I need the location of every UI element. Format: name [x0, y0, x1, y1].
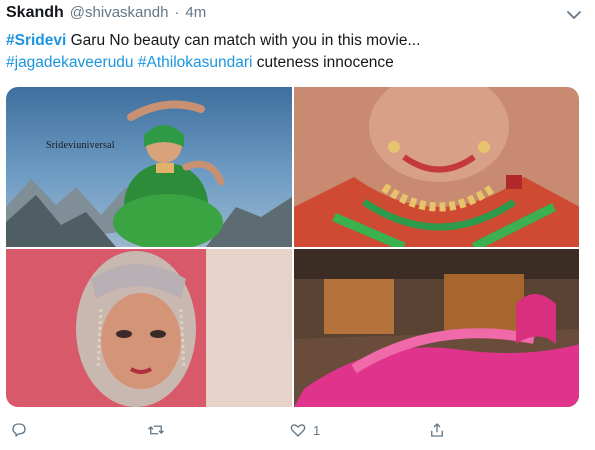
photo-watermark: Srideviuniversal	[46, 140, 115, 151]
author-handle[interactable]: @shivaskandh	[70, 4, 169, 21]
hashtag-jagadekaveerudu[interactable]: #jagadekaveerudu	[6, 54, 134, 71]
media-photo-2[interactable]	[294, 87, 579, 247]
tweet-actions: 1	[0, 415, 595, 447]
hashtag-athilokasundari[interactable]: #Athilokasundari	[138, 54, 253, 71]
like-button[interactable]: 1	[289, 421, 320, 439]
heart-icon	[290, 424, 306, 437]
tweet-header: Skandh @shivaskandh · 4m	[6, 4, 206, 26]
share-icon	[431, 423, 443, 437]
tweet-text-tail: cuteness innocence	[252, 54, 394, 71]
separator: ·	[174, 4, 180, 21]
share-button[interactable]	[428, 421, 446, 439]
retweet-button[interactable]	[147, 421, 165, 439]
tweet-text-line-2: #jagadekaveerudu #Athilokasundari cutene…	[6, 52, 586, 74]
like-count: 1	[313, 422, 321, 438]
retweet-icon	[148, 425, 164, 435]
media-photo-4[interactable]	[294, 249, 579, 407]
media-photo-1[interactable]: Srideviuniversal	[6, 87, 292, 247]
media-grid: Srideviuniversal	[6, 87, 579, 407]
hashtag-sridevi[interactable]: #Sridevi	[6, 32, 66, 49]
reply-icon	[12, 423, 26, 437]
author-name[interactable]: Skandh	[6, 4, 64, 22]
timestamp[interactable]: 4m	[185, 4, 206, 21]
media-photo-3[interactable]	[6, 249, 292, 407]
reply-button[interactable]	[10, 421, 28, 439]
tweet-text-body: Garu No beauty can match with you in thi…	[66, 32, 421, 49]
chevron-down-icon[interactable]	[565, 8, 583, 22]
tweet-text-line-1: #Sridevi Garu No beauty can match with y…	[6, 30, 586, 52]
tweet-text: #Sridevi Garu No beauty can match with y…	[6, 30, 586, 74]
